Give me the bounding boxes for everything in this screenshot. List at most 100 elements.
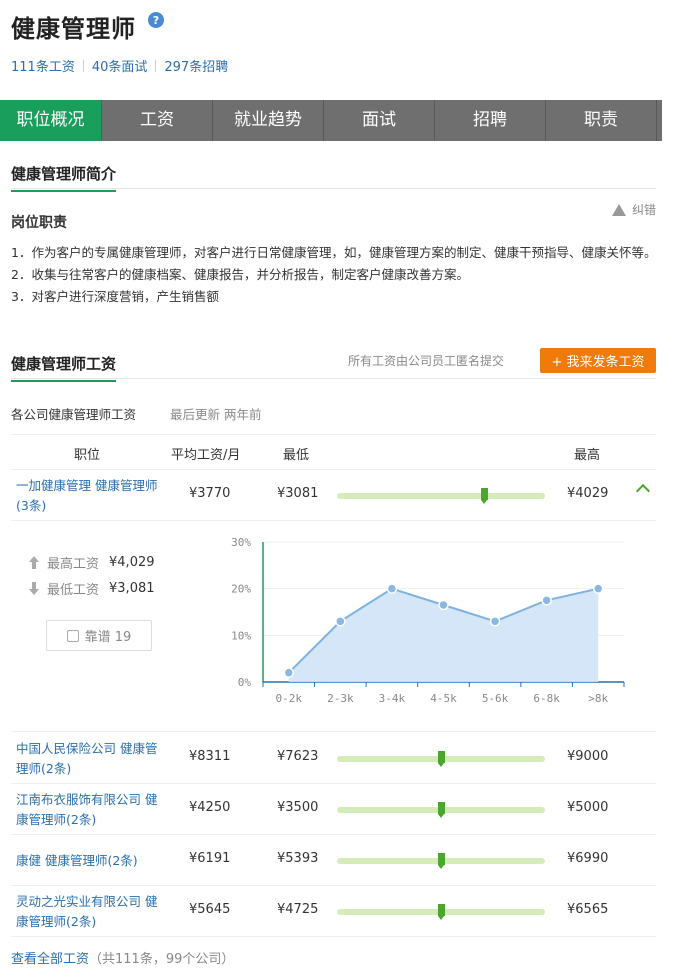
report-label: 纠错 [631, 203, 656, 217]
min-salary: ¥7623 [277, 749, 319, 764]
salary-note: 所有工资由公司员工匿名提交 [348, 354, 505, 368]
stat-label: 最低工资 [47, 583, 100, 598]
y-tick-label: 30% [231, 536, 251, 549]
max-salary: ¥6990 [567, 851, 609, 866]
x-tick-label: 2-3k [327, 692, 354, 705]
avg-salary: ¥4250 [189, 800, 231, 815]
max-salary: ¥5000 [567, 800, 609, 815]
stat-label: 最高工资 [47, 557, 100, 572]
data-point [386, 583, 398, 594]
tab-interview[interactable]: 面试 [324, 100, 435, 141]
x-tick-label: >8k [588, 692, 608, 705]
data-point [335, 616, 346, 627]
salary-range-bar [337, 853, 545, 869]
min-salary-stat: 最低工资 ¥3,081 [27, 579, 155, 598]
table-row[interactable]: 一加健康管理 健康管理师(3条) ¥3770 ¥3081 ¥4029 [11, 470, 656, 521]
tab-recruit[interactable]: 招聘 [435, 100, 546, 141]
divider [155, 59, 157, 72]
stat-value: ¥3,081 [109, 581, 155, 596]
view-all-link[interactable]: 查看全部工资 [11, 952, 89, 967]
page-title: 健康管理师 [11, 14, 136, 43]
x-tick-label: 4-5k [430, 692, 457, 705]
post-salary-button[interactable]: + 我来发条工资 [540, 348, 656, 373]
table-row[interactable]: 灵动之光实业有限公司 健康管理师(2条) ¥5645 ¥4725 ¥6565 [11, 886, 656, 937]
data-point [283, 667, 295, 678]
min-salary: ¥3081 [277, 486, 319, 501]
divider [82, 59, 84, 72]
max-salary: ¥4029 [567, 486, 609, 501]
report-error-button[interactable]: 纠错 [611, 201, 656, 218]
y-tick-label: 0% [238, 676, 252, 689]
company-link[interactable]: 康健 健康管理师(2条) [16, 851, 166, 871]
max-salary-stat: 最高工资 ¥4,029 [27, 553, 155, 572]
bar-marker [437, 802, 445, 818]
avg-salary: ¥6191 [189, 851, 231, 866]
tab-salary[interactable]: 工资 [102, 100, 213, 141]
salary-heading: 健康管理师工资 [11, 353, 117, 382]
footer-count: （共111条，99个公司） [89, 952, 235, 967]
table-row[interactable]: 江南布衣服饰有限公司 健康管理师(2条) ¥4250 ¥3500 ¥5000 [11, 784, 656, 835]
column-header: 职位 [74, 448, 101, 463]
view-all-salary[interactable]: 查看全部工资（共111条，99个公司） [11, 948, 234, 967]
duty-item: 2．收集与往常客户的健康档案、健康报告，并分析报告，制定客户健康改善方案。 [11, 267, 469, 282]
tab-trend[interactable]: 就业趋势 [213, 100, 324, 141]
duty-item: 1．作为客户的专属健康管理师，对客户进行日常健康管理，如，健康管理方案的制定、健… [11, 245, 657, 260]
company-salary-label: 各公司健康管理师工资 [11, 407, 137, 422]
bar-marker [481, 488, 489, 504]
salary-range-bar [337, 488, 545, 504]
data-point [438, 599, 449, 611]
question-icon[interactable]: ? [148, 12, 164, 28]
data-point [541, 595, 552, 606]
y-tick-label: 10% [231, 629, 251, 642]
duty-item: 3．对客户进行深度营销，产生销售额 [11, 289, 219, 304]
avg-salary: ¥3770 [189, 486, 231, 501]
warning-icon [611, 203, 626, 216]
column-header: 平均工资/月 [171, 448, 241, 463]
arrow-up-icon [27, 555, 41, 570]
arrow-down-icon [27, 581, 41, 596]
company-link[interactable]: 江南布衣服饰有限公司 健康管理师(2条) [16, 790, 166, 830]
stat-value: ¥4,029 [109, 555, 155, 570]
salary-range-bar [337, 751, 545, 767]
title-row: 健康管理师 ? [11, 6, 164, 46]
salary-distribution-chart: 0% 10% 20% 30% 0-2k 2-3k 3-4k 4-5k 5-6k 6-8k >8k [231, 536, 625, 705]
column-header: 最高 [574, 448, 601, 463]
salary-count-link[interactable]: 111条工资 [11, 56, 75, 75]
job-count-link[interactable]: 297条招聘 [164, 56, 228, 75]
like-button[interactable]: 靠谱 19 [46, 620, 152, 651]
x-tick-label: 5-6k [482, 692, 509, 705]
salary-range-bar [337, 802, 545, 818]
tab-duty[interactable]: 职责 [546, 100, 657, 141]
bar-marker [437, 853, 445, 869]
x-tick-label: 0-2k [276, 692, 303, 705]
table-row[interactable]: 中国人民保险公司 健康管理师(2条) ¥8311 ¥7623 ¥9000 [11, 733, 656, 784]
avg-salary: ¥8311 [189, 749, 231, 764]
min-salary: ¥3500 [277, 800, 319, 815]
company-link[interactable]: 灵动之光实业有限公司 健康管理师(2条) [16, 892, 166, 932]
like-label: 靠谱 19 [84, 630, 132, 645]
bar-marker [437, 904, 445, 920]
table-row[interactable]: 康健 健康管理师(2条) ¥6191 ¥5393 ¥6990 [11, 835, 656, 886]
tab-bar: 职位概况 工资 就业趋势 面试 招聘 职责 [0, 100, 662, 141]
interview-count-link[interactable]: 40条面试 [92, 56, 148, 75]
duty-title: 岗位职责 [11, 215, 67, 231]
min-salary: ¥4725 [277, 902, 319, 917]
thumbs-up-icon [66, 629, 79, 642]
duty-list: 1．作为客户的专属健康管理师，对客户进行日常健康管理，如，健康管理方案的制定、健… [11, 242, 661, 308]
x-tick-label: 3-4k [379, 692, 406, 705]
column-header: 最低 [283, 448, 310, 463]
avg-salary: ¥5645 [189, 902, 231, 917]
intro-heading: 健康管理师简介 [11, 163, 117, 192]
company-link[interactable]: 中国人民保险公司 健康管理师(2条) [16, 739, 166, 779]
last-updated: 最后更新 两年前 [170, 407, 262, 422]
table-header: 职位 平均工资/月 最低 最高 [11, 434, 656, 470]
max-salary: ¥6565 [567, 902, 609, 917]
max-salary: ¥9000 [567, 749, 609, 764]
company-link[interactable]: 一加健康管理 健康管理师(3条) [16, 476, 166, 516]
data-point [592, 583, 604, 594]
tab-overview[interactable]: 职位概况 [0, 100, 102, 141]
salary-detail-panel: 最高工资 ¥4,029 最低工资 ¥3,081 靠谱 19 0% 10% 20% 30… [11, 522, 656, 732]
chevron-up-icon[interactable] [635, 483, 651, 499]
bar-marker [437, 751, 445, 767]
salary-range-bar [337, 904, 545, 920]
